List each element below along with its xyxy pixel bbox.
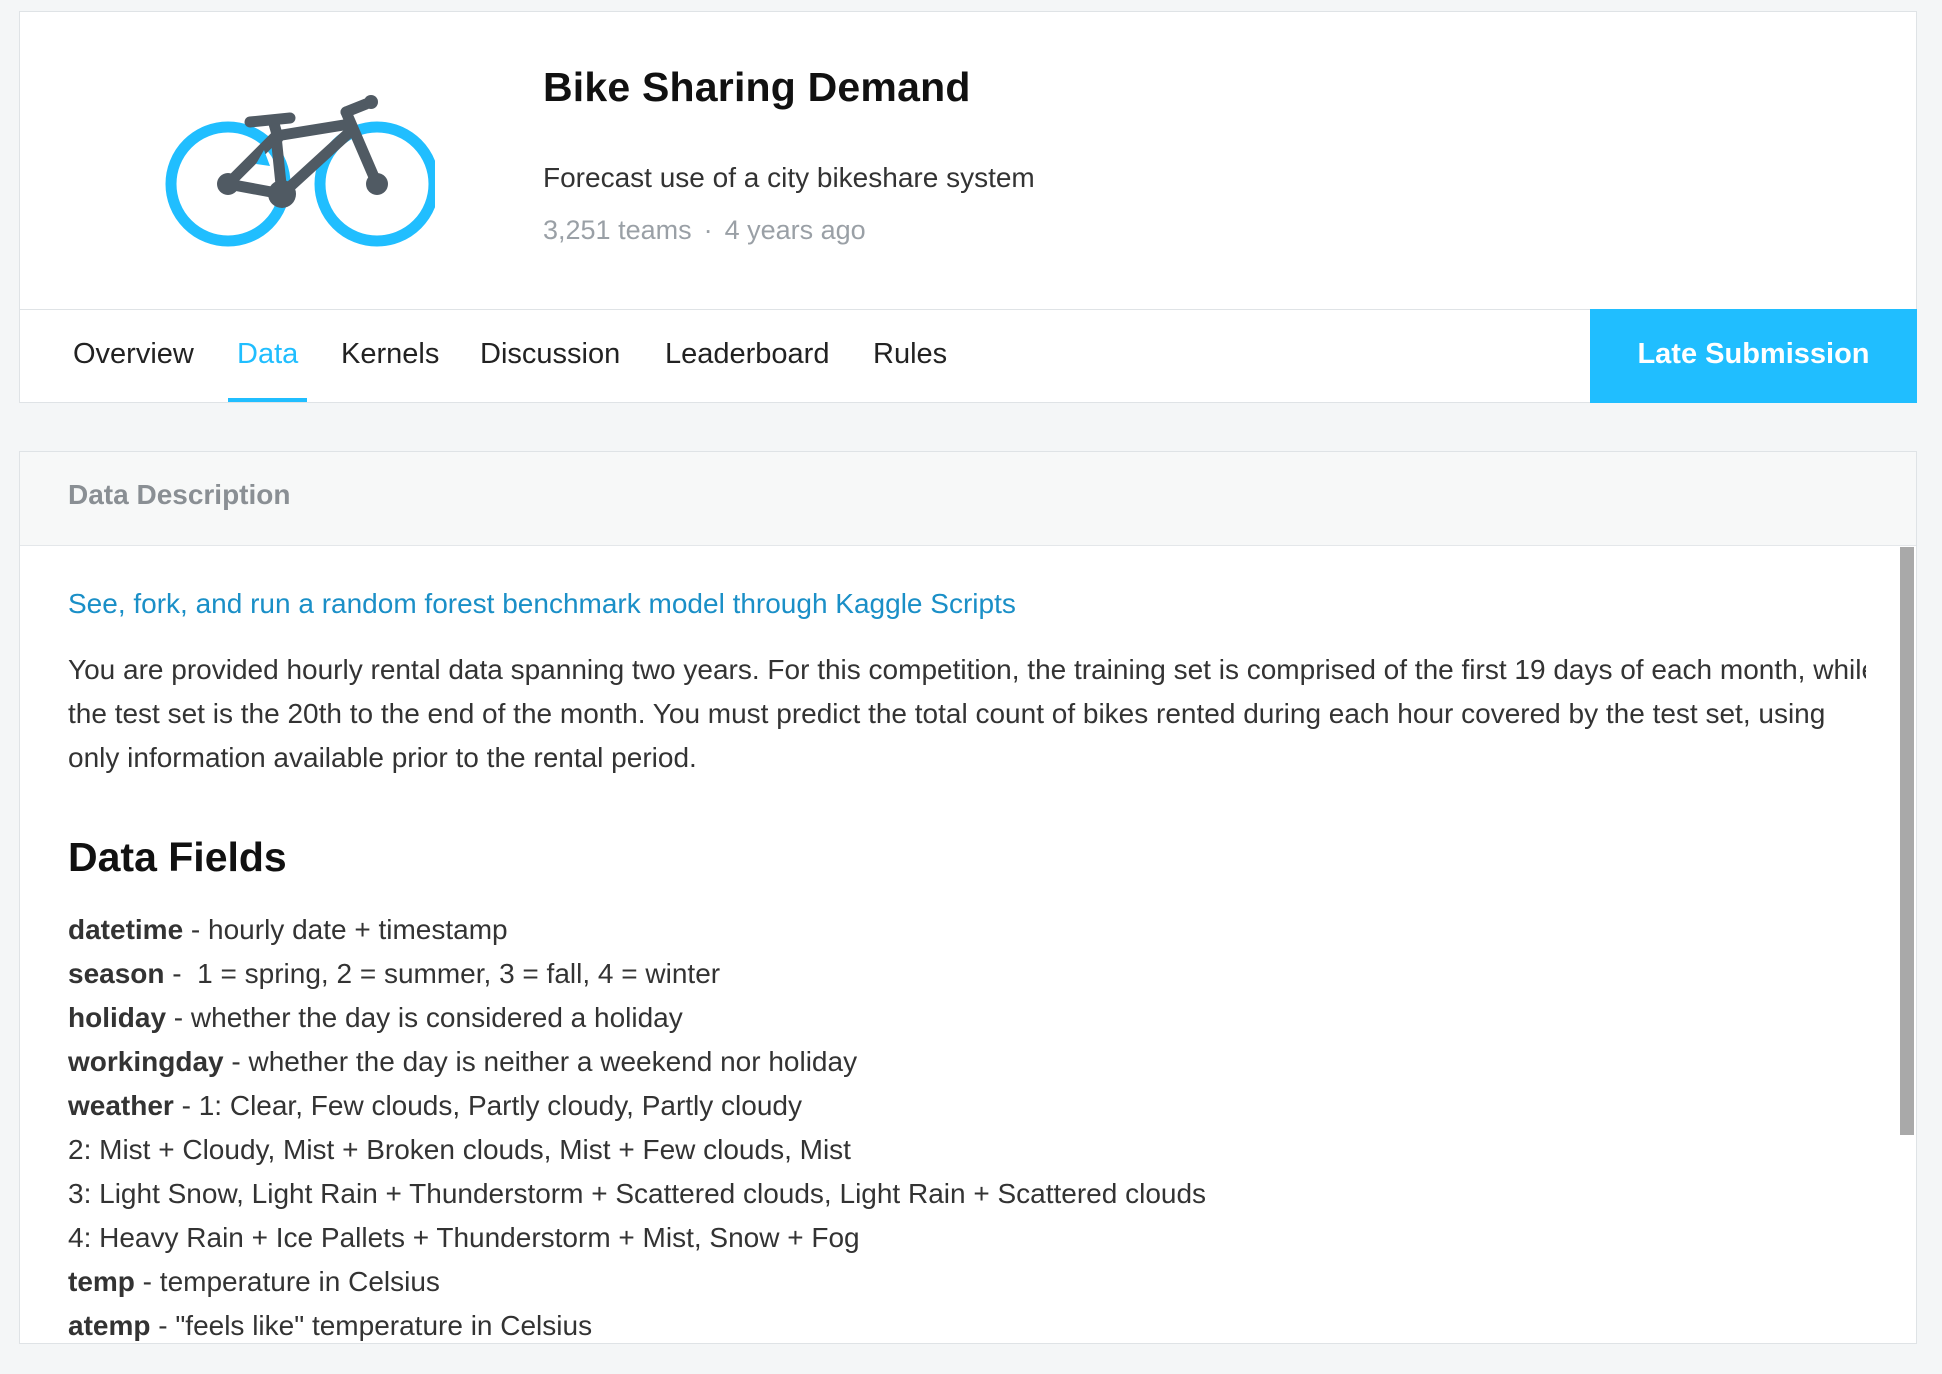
kernel-benchmark-link[interactable]: See, fork, and run a random forest bench… xyxy=(68,588,1016,620)
field-desc: 4: Heavy Rain + Ice Pallets + Thundersto… xyxy=(68,1222,860,1253)
content-scrollbar[interactable] xyxy=(1900,546,1916,1343)
field-row: temp - temperature in Celsius xyxy=(68,1260,1206,1304)
field-desc: - whether the day is considered a holida… xyxy=(166,1002,683,1033)
bicycle-icon xyxy=(165,95,435,247)
field-desc: 3: Light Snow, Light Rain + Thunderstorm… xyxy=(68,1178,1207,1209)
competition-meta: 3,251 teams · 4 years ago xyxy=(543,215,866,246)
field-row: datetime - hourly date + timestamp xyxy=(68,908,1206,952)
field-row: workingday - whether the day is neither … xyxy=(68,1040,1206,1084)
tab-rules[interactable]: Rules xyxy=(873,310,947,402)
tab-data[interactable]: Data xyxy=(227,310,308,402)
field-desc: - temperature in Celsius xyxy=(134,1266,440,1297)
competition-age: 4 years ago xyxy=(724,215,866,245)
competition-tabs: Overview Data Kernels Discussion Leaderb… xyxy=(20,309,1917,403)
competition-header: Bike Sharing Demand Forecast use of a ci… xyxy=(19,11,1917,403)
data-description-content: See, fork, and run a random forest bench… xyxy=(68,546,1866,1343)
field-row: holiday - whether the day is considered … xyxy=(68,996,1206,1040)
field-name: weather xyxy=(68,1090,174,1121)
data-fields-list: datetime - hourly date + timestamp seaso… xyxy=(68,908,1206,1343)
tab-kernels[interactable]: Kernels xyxy=(341,310,439,402)
scrollbar-thumb[interactable] xyxy=(1900,547,1914,1135)
meta-separator: · xyxy=(703,215,713,245)
field-desc: - whether the day is neither a weekend n… xyxy=(223,1046,858,1077)
field-desc: - "feels like" temperature in Celsius xyxy=(150,1310,593,1341)
data-description-header: Data Description xyxy=(20,452,1916,546)
field-row: weather - 1: Clear, Few clouds, Partly c… xyxy=(68,1084,1206,1128)
competition-title: Bike Sharing Demand xyxy=(543,64,971,110)
field-row: season - 1 = spring, 2 = summer, 3 = fal… xyxy=(68,952,1206,996)
field-desc: 2: Mist + Cloudy, Mist + Broken clouds, … xyxy=(68,1134,851,1165)
field-desc: - 1: Clear, Few clouds, Partly cloudy, P… xyxy=(173,1090,802,1121)
tab-overview[interactable]: Overview xyxy=(73,310,194,402)
field-row: 2: Mist + Cloudy, Mist + Broken clouds, … xyxy=(68,1128,1206,1172)
field-name: season xyxy=(68,958,165,989)
field-row: 4: Heavy Rain + Ice Pallets + Thundersto… xyxy=(68,1216,1206,1260)
field-desc: - 1 = spring, 2 = summer, 3 = fall, 4 = … xyxy=(164,958,721,989)
field-row: 3: Light Snow, Light Rain + Thunderstorm… xyxy=(68,1172,1206,1216)
field-name: datetime xyxy=(68,914,184,945)
late-submission-button[interactable]: Late Submission xyxy=(1590,309,1917,403)
competition-description: Forecast use of a city bikeshare system xyxy=(543,162,1035,193)
data-fields-heading: Data Fields xyxy=(68,834,287,880)
team-count: 3,251 teams xyxy=(543,215,692,245)
data-intro: You are provided hourly rental data span… xyxy=(68,648,1866,780)
field-name: holiday xyxy=(68,1002,167,1033)
competition-hero: Bike Sharing Demand Forecast use of a ci… xyxy=(20,12,1916,309)
data-description-title: Data Description xyxy=(68,479,291,510)
data-description-card: Data Description See, fork, and run a ra… xyxy=(19,451,1917,1344)
field-name: atemp xyxy=(68,1310,151,1341)
tab-leaderboard[interactable]: Leaderboard xyxy=(665,310,829,402)
data-intro-text: You are provided hourly rental data span… xyxy=(68,654,1866,773)
field-name: workingday xyxy=(68,1046,224,1077)
field-name: temp xyxy=(68,1266,135,1297)
field-desc: - hourly date + timestamp xyxy=(183,914,508,945)
tab-discussion[interactable]: Discussion xyxy=(480,310,620,402)
field-row: atemp - "feels like" temperature in Cels… xyxy=(68,1304,1206,1343)
